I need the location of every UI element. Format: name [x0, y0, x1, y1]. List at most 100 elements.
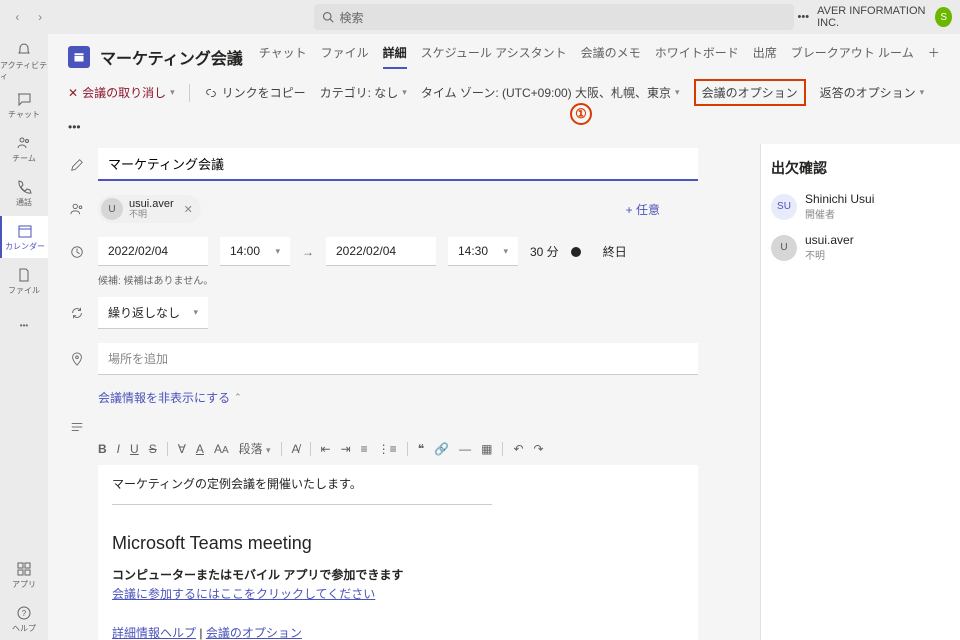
meeting-title-input[interactable]: [98, 148, 698, 181]
people-icon: [68, 202, 86, 216]
tab-chat[interactable]: チャット: [259, 44, 307, 69]
tab-details[interactable]: 詳細: [383, 44, 407, 69]
description-editor[interactable]: マーケティングの定例会議を開催いたします。 Microsoft Teams me…: [98, 465, 698, 640]
attendee-chip[interactable]: U usui.aver不明 ✕: [98, 195, 201, 223]
file-icon: [15, 266, 33, 284]
strike-button[interactable]: S: [149, 442, 157, 456]
more-options-icon[interactable]: •••: [68, 120, 81, 134]
timezone-dropdown[interactable]: タイム ゾーン: (UTC+09:00) 大阪、札幌、東京▾: [421, 84, 680, 101]
meeting-form: U usui.aver不明 ✕ + 任意 2022/02/04 14:00▾ →…: [48, 144, 760, 640]
rail-apps[interactable]: アプリ: [0, 554, 48, 596]
meeting-options-button[interactable]: 会議のオプション: [702, 84, 798, 101]
nav-forward-icon[interactable]: ›: [31, 6, 50, 28]
table-button[interactable]: ▦: [481, 442, 492, 456]
help-icon: ?: [15, 604, 33, 622]
organizer-row[interactable]: SU Shinichi Usui開催者: [771, 192, 950, 221]
rail-calls[interactable]: 通話: [0, 172, 48, 214]
response-options-dropdown[interactable]: 返答のオプション▾: [820, 84, 925, 101]
close-icon: ✕: [68, 86, 78, 100]
tab-notes[interactable]: 会議のメモ: [581, 44, 641, 69]
svg-text:?: ?: [22, 609, 27, 618]
clear-format-button[interactable]: A̸: [292, 442, 300, 456]
search-input[interactable]: 検索: [314, 4, 794, 30]
remove-attendee-icon[interactable]: ✕: [184, 203, 193, 216]
phone-icon: [15, 178, 33, 196]
attendee-avatar: U: [771, 235, 797, 261]
hr: [112, 504, 492, 505]
rail-help[interactable]: ?ヘルプ: [0, 598, 48, 640]
tab-breakout[interactable]: ブレークアウト ルーム: [791, 44, 914, 69]
hide-info-toggle[interactable]: 会議情報を非表示にする⌃: [98, 389, 740, 406]
join-label: コンピューターまたはモバイル アプリで参加できます: [112, 568, 403, 582]
annotation-number: ①: [570, 103, 592, 125]
calendar-badge-icon: [68, 46, 90, 68]
underline-button[interactable]: U: [130, 442, 139, 456]
start-date-input[interactable]: 2022/02/04: [98, 237, 208, 266]
attendee-row[interactable]: U usui.aver不明: [771, 233, 950, 262]
end-date-input[interactable]: 2022/02/04: [326, 237, 436, 266]
body-intro: マーケティングの定例会議を開催いたします。: [112, 475, 684, 494]
cancel-meeting-button[interactable]: ✕ 会議の取り消し ▾: [68, 84, 175, 101]
user-avatar[interactable]: S: [935, 7, 952, 27]
search-icon: [322, 11, 334, 23]
meeting-options-link[interactable]: 会議のオプション: [206, 626, 302, 640]
bullet-list-button[interactable]: ≡: [361, 442, 368, 456]
font-color-button[interactable]: A: [196, 442, 204, 456]
more-icon[interactable]: •••: [798, 11, 810, 23]
tab-attendance[interactable]: 出席: [753, 44, 777, 69]
annotation-highlight: 会議のオプション: [694, 79, 806, 106]
app-rail: アクティビティ チャット チーム 通話 カレンダー ファイル ••• アプリ ?…: [0, 34, 48, 640]
teams-meeting-header: Microsoft Teams meeting: [112, 529, 684, 558]
undo-button[interactable]: ↶: [513, 442, 523, 456]
start-time-input[interactable]: 14:00▾: [220, 237, 290, 266]
edit-icon: [68, 158, 86, 172]
organizer-avatar: SU: [771, 194, 797, 220]
highlight-button[interactable]: ∀: [178, 442, 186, 456]
help-link[interactable]: 詳細情報ヘルプ: [112, 626, 196, 640]
rtf-toolbar: B I U S ∀ A AA 段落 ▾ A̸ ⇤ ⇥ ≡ ⋮≡: [98, 436, 698, 465]
chevron-down-icon: ▾: [402, 87, 407, 98]
redo-button[interactable]: ↷: [534, 442, 544, 456]
tab-whiteboard[interactable]: ホワイトボード: [655, 44, 739, 69]
page-title: マーケティング会議: [100, 45, 243, 69]
add-optional-button[interactable]: + 任意: [626, 201, 660, 218]
attendance-panel: 出欠確認 SU Shinichi Usui開催者 U usui.aver不明: [760, 144, 960, 640]
attendance-title: 出欠確認: [771, 158, 950, 178]
location-input[interactable]: 場所を追加: [98, 343, 698, 375]
bold-button[interactable]: B: [98, 442, 107, 456]
tab-files[interactable]: ファイル: [321, 44, 369, 69]
tab-add-icon[interactable]: ＋: [928, 44, 940, 69]
paragraph-dropdown[interactable]: 段落 ▾: [239, 440, 271, 457]
suggestion-hint: 候補: 候補はありません。: [98, 272, 740, 287]
chevron-down-icon: ⌃: [234, 392, 242, 403]
end-time-input[interactable]: 14:30▾: [448, 237, 518, 266]
quote-button[interactable]: ❝: [418, 442, 424, 456]
calendar-icon: [16, 222, 34, 240]
nav-back-icon[interactable]: ‹: [8, 6, 27, 28]
number-list-button[interactable]: ⋮≡: [378, 442, 397, 456]
outdent-button[interactable]: ⇤: [321, 442, 331, 456]
duration-label: 30 分: [530, 243, 559, 260]
allday-toggle[interactable]: [571, 247, 581, 257]
indent-button[interactable]: ⇥: [341, 442, 351, 456]
rail-calendar[interactable]: カレンダー: [0, 216, 48, 258]
join-meeting-link[interactable]: 会議に参加するにはここをクリックしてください: [112, 587, 375, 601]
titlebar: ‹ › 検索 ••• AVER INFORMATION INC. S: [0, 0, 960, 34]
rail-chat[interactable]: チャット: [0, 84, 48, 126]
copy-link-button[interactable]: リンクをコピー: [204, 84, 306, 101]
rail-files[interactable]: ファイル: [0, 260, 48, 302]
category-dropdown[interactable]: カテゴリ: なし▾: [320, 84, 407, 101]
repeat-dropdown[interactable]: 繰り返しなし▾: [98, 297, 208, 329]
teams-icon: [15, 134, 33, 152]
bell-icon: [15, 41, 33, 59]
font-size-button[interactable]: AA: [214, 442, 229, 456]
meeting-header: マーケティング会議 チャット ファイル 詳細 スケジュール アシスタント 会議の…: [48, 34, 960, 69]
rail-more-icon[interactable]: •••: [0, 304, 48, 346]
tab-assistant[interactable]: スケジュール アシスタント: [421, 44, 567, 69]
italic-button[interactable]: I: [117, 442, 120, 456]
rail-activity[interactable]: アクティビティ: [0, 40, 48, 82]
link-button[interactable]: 🔗: [434, 442, 449, 456]
rail-teams[interactable]: チーム: [0, 128, 48, 170]
hr-button[interactable]: —: [459, 442, 471, 456]
chat-icon: [15, 90, 33, 108]
